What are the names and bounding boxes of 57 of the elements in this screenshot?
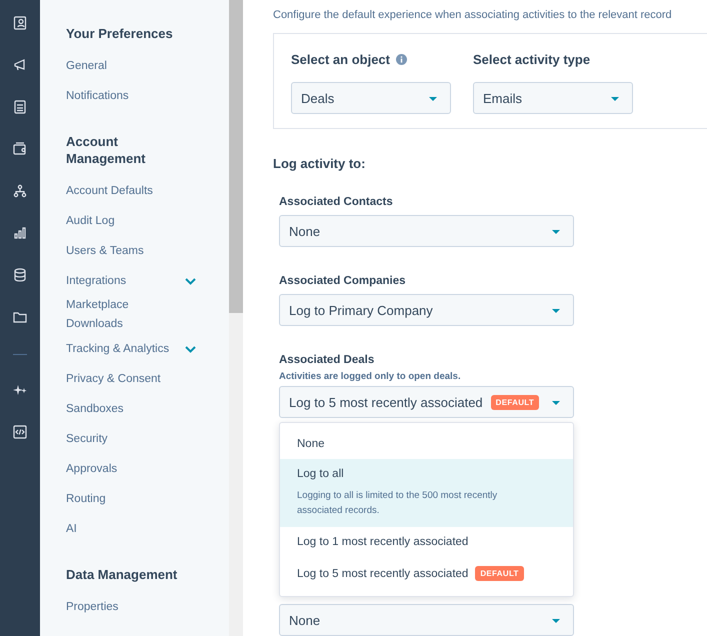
database-icon[interactable] xyxy=(13,268,27,282)
caret-icon xyxy=(429,97,437,101)
folder-icon[interactable] xyxy=(13,310,27,324)
sidebar-item[interactable]: Marketplace Downloads xyxy=(66,296,196,334)
contacts-icon[interactable] xyxy=(13,16,27,30)
sidebar-item[interactable]: Audit Log xyxy=(66,206,196,236)
sidebar-item[interactable]: Account Defaults xyxy=(66,176,196,206)
sidebar-item[interactable]: Notifications xyxy=(66,81,196,111)
default-badge: DEFAULT xyxy=(475,566,524,581)
caret-icon xyxy=(611,97,619,101)
sidebar-item[interactable]: General xyxy=(66,51,196,81)
select-dropdown[interactable]: Emails xyxy=(473,82,633,114)
select-dropdown[interactable]: Deals xyxy=(291,82,451,114)
sidebar-item[interactable]: Properties xyxy=(66,592,196,622)
sidebar-item[interactable]: Tracking & Analytics xyxy=(66,334,196,364)
document-icon[interactable] xyxy=(13,100,27,114)
sidebar-item[interactable]: Users & Teams xyxy=(66,236,196,266)
section-heading: Your Preferences xyxy=(66,25,174,42)
sidebar-item[interactable]: Sandboxes xyxy=(66,394,196,424)
sidebar-item[interactable]: Privacy & Consent xyxy=(66,364,196,394)
caret-icon xyxy=(552,619,560,623)
default-badge: DEFAULT xyxy=(490,394,540,410)
select-dropdown[interactable]: Log to Primary Company xyxy=(279,294,574,326)
description-text: Configure the default experience when associating activities to the relevant record xyxy=(273,9,673,21)
sidebar-item[interactable]: Routing xyxy=(66,484,196,514)
dropdown-option[interactable]: Log to 1 most recently associated xyxy=(280,527,573,557)
hint-text: Activities are logged only to open deals. xyxy=(279,371,462,382)
info-icon[interactable] xyxy=(396,54,407,64)
field-label: Select an object xyxy=(291,52,390,66)
megaphone-icon[interactable] xyxy=(13,58,27,72)
select-dropdown[interactable]: None xyxy=(279,604,574,636)
field-label: Associated Deals xyxy=(279,354,376,366)
hierarchy-icon[interactable] xyxy=(13,184,27,198)
wallet-icon[interactable] xyxy=(13,142,27,156)
chart-icon[interactable] xyxy=(13,226,27,240)
dropdown-option[interactable]: None xyxy=(280,429,573,459)
sidebar-item[interactable]: Security xyxy=(66,424,196,454)
sidebar-item[interactable]: Integrations xyxy=(66,266,196,296)
dropdown-option[interactable]: Log to all Logging to all is limited to the 500 most recently associated records. xyxy=(280,459,573,527)
section-heading: Log activity to: xyxy=(273,156,366,171)
field-label: Associated Contacts xyxy=(279,196,394,208)
sparkle-icon[interactable] xyxy=(13,383,27,397)
section-heading: Data Management xyxy=(66,566,178,583)
scrollbar-thumb[interactable] xyxy=(229,0,243,313)
dropdown-option[interactable]: Log to 5 most recently associated DEFAULT xyxy=(280,557,573,590)
select-dropdown[interactable]: Log to 5 most recently associated DEFAULT xyxy=(279,386,574,418)
caret-icon xyxy=(552,230,560,234)
field-label: Select activity type xyxy=(473,52,590,66)
scrollbar[interactable] xyxy=(229,0,243,636)
code-icon[interactable] xyxy=(13,425,27,439)
caret-icon xyxy=(552,309,560,313)
caret-icon xyxy=(552,401,560,405)
sidebar-item[interactable]: Approvals xyxy=(66,454,196,484)
section-heading: Account Management xyxy=(66,133,146,167)
field-label: Associated Companies xyxy=(279,275,407,287)
sidebar-item[interactable]: AI xyxy=(66,514,196,544)
select-dropdown[interactable]: None xyxy=(279,215,574,247)
